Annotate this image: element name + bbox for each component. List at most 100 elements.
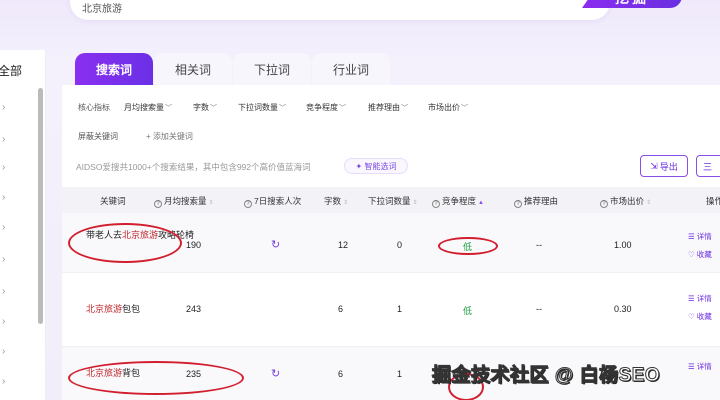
sort-asc-icon: ▲ — [478, 200, 484, 206]
dropdown-count-cell: 0 — [397, 240, 403, 250]
favorite-button[interactable]: ♡ 收藏 — [688, 249, 712, 260]
export-label: 导出 — [659, 161, 678, 172]
chevron-down-icon: ﹀ — [210, 105, 217, 112]
filter-reason[interactable]: 推荐理由﹀ — [368, 102, 408, 113]
results-panel: 核心指标 月均搜索量﹀ 字数﹀ 下拉词数量﹀ 竞争程度﹀ 推荐理由﹀ 市场出价﹀… — [62, 85, 720, 400]
filter-monthly-volume[interactable]: 月均搜索量﹀ — [124, 102, 172, 113]
chevron-right-icon[interactable]: › — [2, 346, 5, 357]
sort-icon: ⇕ — [208, 200, 214, 206]
filter-market-price[interactable]: 市场出价﹀ — [428, 102, 468, 113]
th-market-price[interactable]: ? 市场出价 ⇕ — [600, 195, 651, 208]
filter-label: 市场出价 — [428, 103, 460, 112]
competition-cell: 低 — [463, 242, 473, 252]
filter-label: 竞争程度 — [306, 103, 338, 112]
export-button[interactable]: ⇲ 导出 — [640, 155, 688, 177]
chevron-right-icon[interactable]: › — [2, 316, 5, 327]
chars-cell: 12 — [338, 240, 349, 250]
watermark: 掘金技术社区 @ 白杨SEO — [431, 365, 661, 387]
th-reason: ? 推荐理由 — [514, 195, 558, 208]
th-actions: 操作 — [706, 196, 720, 206]
tab-search-words[interactable]: 搜索词 — [75, 53, 153, 85]
search-input[interactable] — [82, 0, 502, 15]
price-cell: 1.00 — [614, 240, 632, 250]
reason-cell: -- — [536, 240, 542, 250]
kw-highlight: 北京旅游 — [86, 368, 123, 378]
reason-cell: -- — [536, 304, 542, 314]
th-dropdown-count[interactable]: 下拉词数量 ⇕ — [368, 195, 418, 207]
question-icon: ? — [154, 200, 162, 208]
th-label: 竞争程度 — [442, 196, 477, 206]
chevron-right-icon[interactable]: › — [2, 254, 5, 265]
detail-button[interactable]: ☰ 详情 — [688, 361, 712, 372]
chevron-right-icon[interactable]: › — [2, 134, 5, 145]
chevron-right-icon[interactable]: › — [2, 286, 5, 297]
favorite-button[interactable]: ♡ 收藏 — [688, 311, 712, 322]
th-competition[interactable]: ? 竞争程度 ▲ — [432, 195, 484, 208]
chevron-right-icon[interactable]: › — [2, 162, 5, 173]
columns-icon: 三 — [703, 161, 713, 172]
search-bar: 挖掘 — [70, 0, 682, 20]
th-monthly-volume[interactable]: ? 月均搜索量 ⇕ — [154, 195, 214, 208]
category-sidebar: 全部 › › › › › › › › › › — [0, 50, 46, 400]
add-keyword-button[interactable]: + 添加关键词 — [146, 131, 193, 142]
dig-button[interactable]: 挖掘 — [582, 0, 682, 8]
kw-suffix: 包包 — [122, 304, 141, 314]
question-icon: ? — [514, 200, 522, 208]
question-icon: ? — [244, 200, 252, 208]
table-row: 北京旅游包包 243 6 1 低 -- 0.30 ☰ 详情 ♡ 收藏 — [62, 273, 720, 347]
filter-char-count[interactable]: 字数﹀ — [193, 102, 217, 113]
th-label: 市场出价 — [610, 196, 645, 206]
tab-related-words[interactable]: 相关词 — [154, 53, 232, 85]
keyword-cell[interactable]: 北京旅游包包 — [86, 303, 140, 316]
table-header: 关键词 ? 月均搜索量 ⇕ ? 7日搜索人次 字数 ⇕ 下拉词数量 ⇕ ? 竞争程度 ▲ ? 推… — [62, 187, 720, 213]
kw-highlight: 北京旅游 — [122, 230, 159, 240]
sidebar-scrollbar[interactable] — [38, 88, 43, 324]
dropdown-count-cell: 1 — [397, 369, 403, 379]
filter-competition[interactable]: 竞争程度﹀ — [306, 102, 346, 113]
volume-cell: 190 — [186, 240, 202, 250]
th-keyword: 关键词 — [100, 196, 126, 206]
core-metrics-label: 核心指标 — [78, 103, 110, 112]
results-info: AIDSO爱搜共1000+个搜索结果，其中包含992个高价值蓝海词 — [76, 162, 311, 172]
loading-icon: ↻ — [271, 368, 281, 380]
volume-cell: 243 — [186, 304, 202, 314]
smart-select-button[interactable]: ✦ 智能选词 — [344, 158, 408, 174]
filter-label: 下拉词数量 — [238, 103, 278, 112]
columns-button[interactable]: 三 — [696, 155, 720, 177]
chevron-down-icon: ﹀ — [279, 105, 286, 112]
th-label: 推荐理由 — [524, 196, 559, 206]
loading-icon: ↻ — [271, 239, 281, 251]
tab-industry-words[interactable]: 行业词 — [312, 53, 390, 85]
sort-icon: ⇕ — [646, 200, 652, 206]
chevron-down-icon: ﹀ — [401, 105, 408, 112]
filter-label: 字数 — [193, 103, 209, 112]
export-icon: ⇲ — [650, 160, 658, 171]
question-icon: ? — [432, 200, 440, 208]
competition-cell: 低 — [463, 306, 473, 316]
kw-highlight: 北京旅游 — [86, 304, 123, 314]
chevron-right-icon[interactable]: › — [2, 192, 5, 203]
filter-label: 推荐理由 — [368, 103, 400, 112]
detail-button[interactable]: ☰ 详情 — [688, 293, 712, 304]
detail-button[interactable]: ☰ 详情 — [688, 231, 712, 242]
chars-cell: 6 — [338, 369, 344, 379]
th-char-count[interactable]: 字数 ⇕ — [324, 195, 348, 207]
th-7day-searches[interactable]: ? 7日搜索人次 — [244, 195, 301, 208]
table-row: 带老人去北京旅游攻略轮椅 190 ↻ 12 0 低 -- 1.00 ☰ 详情 ♡… — [62, 213, 720, 273]
chars-cell: 6 — [338, 304, 344, 314]
tab-dropdown-words[interactable]: 下拉词 — [233, 53, 311, 85]
sort-icon: ⇕ — [343, 200, 349, 206]
th-label: 字数 — [324, 196, 342, 206]
th-label: 下拉词数量 — [368, 196, 411, 206]
keyword-cell[interactable]: 北京旅游背包 — [86, 367, 140, 380]
chevron-right-icon[interactable]: › — [2, 222, 5, 233]
chevron-right-icon[interactable]: › — [2, 376, 5, 387]
chevron-down-icon: ﹀ — [165, 105, 172, 112]
filter-dropdown-count[interactable]: 下拉词数量﹀ — [238, 102, 286, 113]
filter-label: 月均搜索量 — [124, 103, 164, 112]
sidebar-item-all[interactable]: 全部 — [0, 62, 22, 79]
th-label: 7日搜索人次 — [254, 196, 302, 206]
kw-suffix: 攻略轮椅 — [158, 230, 195, 240]
chevron-right-icon[interactable]: › — [2, 102, 5, 113]
keyword-cell[interactable]: 带老人去北京旅游攻略轮椅 — [86, 229, 194, 242]
